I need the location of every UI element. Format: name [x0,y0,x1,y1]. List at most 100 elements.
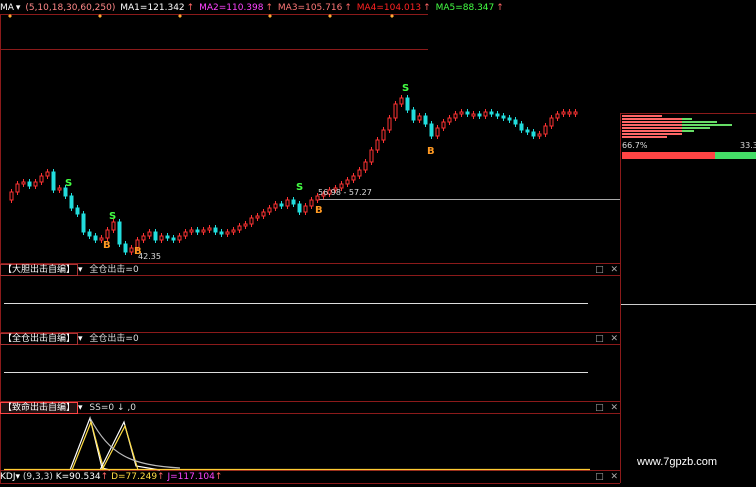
sell-marker: S [402,83,410,94]
kdj-k-value: K=90.534 [55,472,101,482]
chip-profit-pct: 66.7% [622,141,648,150]
candle-body [429,123,434,137]
candle-body [501,115,506,119]
candle-body [351,175,356,181]
candle-body [69,195,74,209]
candle-body [243,223,248,227]
candle-body [417,115,422,121]
chip-bar [622,115,662,117]
kdj-j-value: J=117.104 [167,472,215,482]
kdj-selector[interactable]: KDJ▾ [0,472,20,482]
candle-body [387,117,392,131]
candle-body [189,229,194,233]
chip-bar [622,127,682,129]
candle-body [93,235,98,241]
chip-profit-bar [622,152,715,159]
candle-body [381,129,386,141]
candle-body [21,181,26,185]
candle-body [195,229,200,233]
buy-marker: B [103,240,111,251]
candle-body [57,187,62,191]
chip-bar [682,127,710,129]
candle-body [411,109,416,121]
candle-body [249,217,254,225]
chip-bar [622,118,682,120]
candle-body [549,117,554,127]
panel1-name[interactable]: 【大胆出击自编】 [0,264,79,276]
candle-body [507,117,512,121]
candle-body [171,237,176,241]
candle-body [87,231,92,237]
candle-body [375,139,380,151]
panel2-name[interactable]: 【全仓出击自编】 [0,333,79,345]
candle-body [405,97,410,111]
candle-body [291,199,296,205]
candle-body [123,243,128,253]
buy-marker: B [427,146,435,157]
candle-body [459,111,464,115]
panel2-formula: 全仓出击=0 [89,334,139,344]
candle-body [369,149,374,163]
buy-marker: B [315,205,323,216]
panel1-header: 【大胆出击自编】 ▾ 全仓出击=0 □ ✕ [0,264,620,276]
panel1-window-buttons[interactable]: □ ✕ [595,264,620,276]
candle-body [159,235,164,241]
panel3-formula: SS=0 ↓ ,0 [89,403,136,413]
candle-body [447,117,452,123]
buy-marker: B [134,246,142,257]
candle-body [15,183,20,193]
chip-bar [682,118,692,120]
chip-bar [622,121,682,123]
candle-body [543,125,548,135]
panel3-name[interactable]: 【致命出击自编】 [0,402,79,414]
chip-loss-bar [715,152,756,159]
kdj-window-buttons[interactable]: □ ✕ [595,471,620,483]
candle-body [399,97,404,105]
candle-body [573,111,578,115]
candle-body [363,161,368,171]
candle-body [207,227,212,231]
candle-body [435,127,440,137]
candle-body [231,229,236,233]
candle-body [303,205,308,213]
candle-body [153,231,158,241]
candle-body [441,121,446,129]
panel3-header: 【致命出击自编】 ▾ SS=0 ↓ ,0 □ ✕ [0,402,620,414]
candle-body [567,111,572,115]
candle-body [297,203,302,213]
panel2-window-buttons[interactable]: □ ✕ [595,333,620,345]
candle-body [285,199,290,207]
candle-body [519,123,524,131]
candle-body [201,229,206,233]
candle-body [177,235,182,241]
candle-body [147,231,152,237]
candle-body [561,111,566,115]
watermark-text: www.7gpzb.com [637,456,718,468]
candle-body [117,221,122,245]
candle-body [537,133,542,137]
candle-body [309,199,314,207]
candle-body [261,211,266,217]
candle-body [141,235,146,241]
candle-body [225,231,230,235]
candle-body [27,181,32,187]
kdj-params: (9,3,3) [22,472,53,482]
price-range-label: 56.98 - 57.27 [318,188,372,197]
chip-bar [622,133,682,135]
panel1-formula: 全仓出击=0 [89,265,139,275]
candle-body [267,207,272,213]
candle-body [33,181,38,187]
panel3-window-buttons[interactable]: □ ✕ [595,402,620,414]
candle-body [513,119,518,125]
sell-marker: S [65,178,73,189]
candle-body [9,191,14,201]
panel3-spikes [4,415,590,471]
chip-bar [622,130,682,132]
candle-body [273,203,278,209]
candle-body [279,203,284,207]
candle-body [63,187,68,197]
chip-bar [682,121,717,123]
candle-body [477,113,482,117]
candle-body [105,229,110,239]
candle-body [75,207,80,215]
